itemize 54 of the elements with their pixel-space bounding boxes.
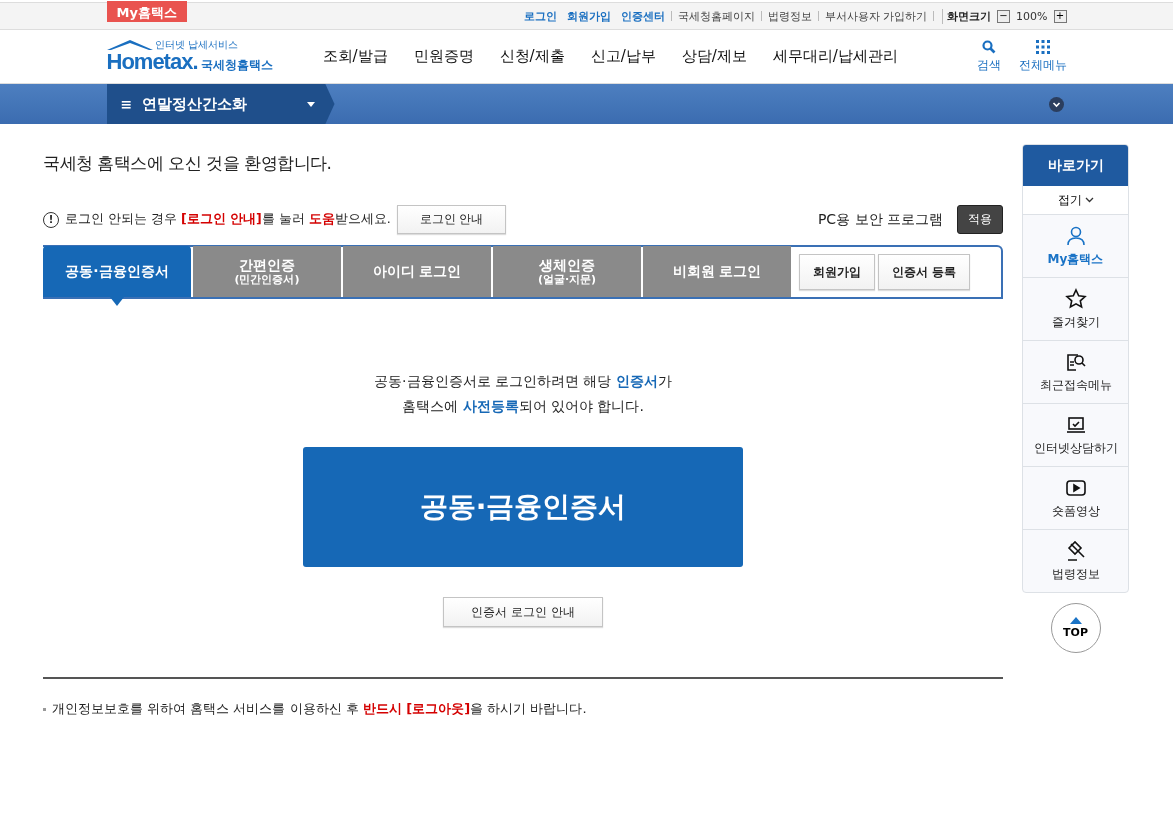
logo-wordmark[interactable]: Hometax. <box>106 50 198 74</box>
top-link[interactable]: 로그인 <box>523 8 557 24</box>
quick-menu-item[interactable]: My홈택스 <box>1023 215 1128 278</box>
person-icon <box>1064 224 1087 247</box>
quick-menu-item[interactable]: 법령정보 <box>1023 530 1128 592</box>
zoom-label: 화면크기 <box>942 8 992 24</box>
zoom-out-button[interactable]: − <box>997 9 1011 23</box>
main-menu-item[interactable]: 상담/제보 <box>681 47 747 66</box>
quick-menu-item[interactable]: 인터넷상담하기 <box>1023 404 1128 467</box>
top-link[interactable]: 부서사용자 가입하기 <box>824 8 928 24</box>
logo-subtitle: 국세청홈택스 <box>200 57 273 74</box>
up-arrow-icon <box>1069 617 1082 624</box>
main-menu-item[interactable]: 신청/제출 <box>499 47 565 66</box>
notice-text: 공동·금융인증서로 로그인하려면 해당 인증서 가 <box>374 372 672 391</box>
my-hometax-tab[interactable]: My홈택스 <box>106 1 187 22</box>
expand-icon[interactable] <box>1048 96 1064 112</box>
welcome-heading: 국세청 홈택스에 오신 것을 환영합니다. <box>43 152 333 175</box>
all-menu-button[interactable]: 전체메뉴 <box>1018 39 1067 74</box>
main-menu-item[interactable]: 세무대리/납세관리 <box>772 47 898 66</box>
zoom-value: 100% <box>1016 9 1048 23</box>
quick-menu-item[interactable]: 숏폼영상 <box>1023 467 1128 530</box>
chevron-icon <box>1084 197 1094 203</box>
menu-dropdown[interactable]: ≡ 연말정산간소화 <box>106 84 335 124</box>
help-text: 로그인 안되는 경우 [로그인 안내]를 눌러 도움받으세요. <box>65 211 391 228</box>
main-menu-item[interactable]: 민원증명 <box>413 47 474 66</box>
certificate-login-button[interactable]: 공동·금융인증서 <box>303 447 743 567</box>
collapse-button[interactable]: 접기 <box>1023 186 1128 215</box>
logout-notice: 개인정보보호를 위하여 홈택스 서비스를 이용하신 후 반드시 [로그아웃]을 하시기 바랍니다. <box>52 700 587 718</box>
notice-text: 홈택스에 사전등록되어 있어야 합니다. <box>402 397 644 416</box>
top-link[interactable]: 회원가입 <box>566 8 611 24</box>
zoom-in-button[interactable]: + <box>1053 9 1067 23</box>
quick-menu-item[interactable]: 최근접속메뉴 <box>1023 341 1128 404</box>
side-button[interactable]: 회원가입 <box>799 254 875 290</box>
back-to-top-button[interactable]: TOP <box>1050 603 1101 653</box>
login-guide-button[interactable]: 로그인 안내 <box>396 205 507 234</box>
caret-icon <box>306 101 315 107</box>
main-menu-item[interactable]: 신고/납부 <box>590 47 656 66</box>
quick-menu-item[interactable]: 즐겨찾기 <box>1023 278 1128 341</box>
quick-menu-title: 바로가기 <box>1023 145 1128 186</box>
star-icon <box>1064 287 1087 310</box>
main-menu-item[interactable]: 조회/발급 <box>322 47 388 66</box>
grid-icon <box>1035 39 1050 54</box>
security-program-label: PC용 보안 프로그램 <box>817 210 943 229</box>
apply-button[interactable]: 적용 <box>957 205 1003 234</box>
bullet-icon <box>43 707 46 711</box>
logo-tagline: 인터넷 납세서비스 <box>154 39 238 50</box>
top-link[interactable]: 국세청홈페이지 <box>677 8 755 24</box>
side-button[interactable]: 인증서 등록 <box>878 254 971 290</box>
top-link[interactable]: 법령정보 <box>767 8 812 24</box>
search-icon <box>981 39 996 54</box>
tab-pointer-icon <box>110 297 124 306</box>
top-link[interactable]: 인증센터 <box>620 8 665 24</box>
search-button[interactable]: 검색 <box>976 39 1001 74</box>
certificate-guide-button[interactable]: 인증서 로그인 안내 <box>443 597 603 627</box>
